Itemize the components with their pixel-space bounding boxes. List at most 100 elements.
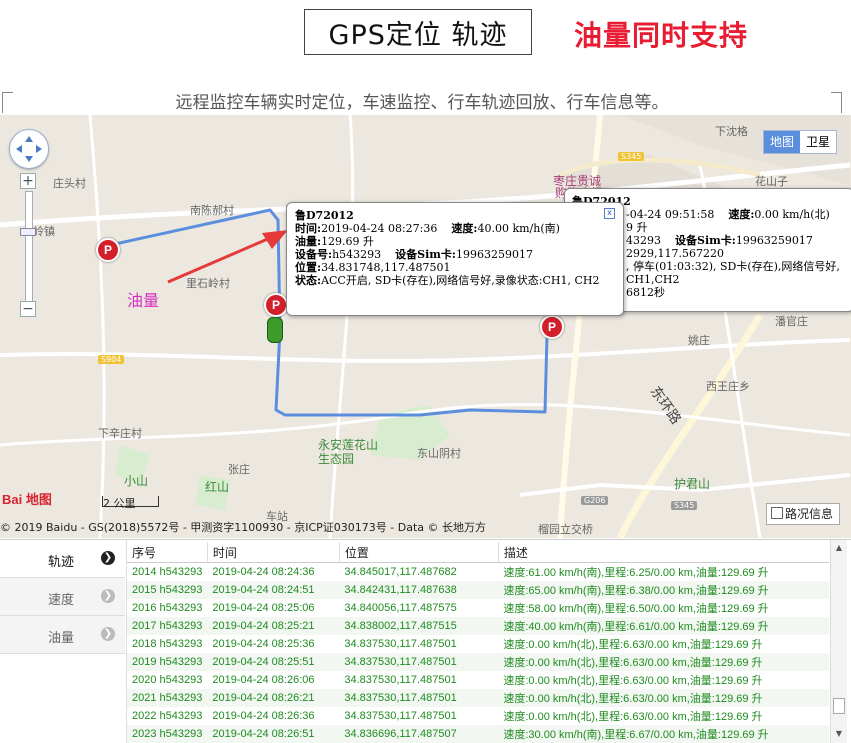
popup-back-speed: 0.00 km/h(北) [754,208,830,221]
table-cell: 2016 h543293 [132,602,203,614]
table-cell: 速度:61.00 km/h(南),里程:6.25/0.00 km,油量:129.… [503,567,769,579]
scale-label: 2 公里 [103,497,136,510]
popup-back-speed-label: 速度: [728,208,755,221]
close-icon[interactable]: x [604,208,615,219]
sidebar-item-track[interactable]: 轨迹 ❯ [0,540,125,578]
place-label: 小山 [124,474,149,488]
popup-speed-label: 速度: [451,222,478,235]
table-cell: 2015 h543293 [127,581,208,599]
road-badge: S904 [98,355,125,364]
table-row[interactable]: 2018 h543293 2019-04-24 08:25:36 34.837530… [127,635,829,653]
popup-sim-label: 设备Sim卡: [395,248,456,261]
road-badge: S345 [671,501,698,510]
column-header[interactable]: 描述 [498,542,829,563]
parking-marker[interactable]: P [96,238,120,262]
table-cell: 34.845017,117.487682 [344,566,457,578]
vehicle-icon[interactable] [267,317,283,343]
table-cell: 2023 h543293 [127,725,208,743]
place-label: 里石岭村 [186,277,230,290]
sidebar-item-fuel[interactable]: 油量 ❯ [0,616,125,654]
zoom-control: + − [20,173,36,323]
parking-marker[interactable]: P [264,293,288,317]
table-cell: 2019-04-24 08:26:36 [212,710,315,722]
traffic-icon [771,507,783,519]
fuel-annotation: 油量 [127,291,160,310]
table-row[interactable]: 2020 h543293 2019-04-24 08:26:06 34.837530… [127,671,829,689]
table-row[interactable]: 2019 h543293 2019-04-24 08:25:51 34.837530… [127,653,829,671]
popup-fuel-label: 油量: [295,235,322,248]
table-cell: 2019-04-24 08:26:51 [207,725,340,743]
sidebar-item-label: 轨迹 [48,555,75,570]
table-row[interactable]: 2021 h543293 2019-04-24 08:26:21 34.837530… [127,689,829,707]
parking-marker[interactable]: P [540,315,564,339]
traffic-button-label: 路况信息 [785,507,834,521]
table-row[interactable]: 2016 h543293 2019-04-24 08:25:06 34.840056… [127,599,829,617]
popup-back-device: 43293 [626,234,661,247]
zoom-slider[interactable] [25,191,33,303]
place-label: 张庄 [228,463,250,476]
place-label: 下辛庄村 [98,427,142,440]
popup-status-label: 状态: [295,274,322,287]
scrollbar-thumb[interactable] [833,698,845,714]
table-cell: 2019-04-24 08:26:06 [212,674,315,686]
place-label: 姚庄 [688,334,710,347]
track-panel: 轨迹 ❯ 速度 ❯ 油量 ❯ 序号 时间 位置 描述 2014 h543293 2… [0,539,851,743]
popup-back-time: -04-24 09:51:58 [626,208,715,221]
table-cell: 34.837530,117.487501 [344,710,457,722]
place-label: 护君山 [674,477,711,491]
traffic-button[interactable]: 路况信息 [766,503,841,525]
zoom-in-button[interactable]: + [20,173,36,189]
table-cell: 34.840056,117.487575 [344,602,457,614]
pan-control[interactable] [9,129,49,169]
popup-back-sim: 19963259017 [735,234,813,247]
scroll-up-icon[interactable]: ▲ [833,542,845,554]
road-badge: G206 [581,496,609,505]
table-cell: 2019 h543293 [127,653,208,671]
table-cell: 2017 h543293 [127,617,208,635]
popup-plate: 鲁D72012 [295,209,354,222]
table-row[interactable]: 2023 h543293 2019-04-24 08:26:51 34.836696… [127,725,829,743]
scroll-down-icon[interactable]: ▼ [833,728,845,740]
place-label: 榴园立交桥 [538,523,593,536]
baidu-logo: Bai 地图 [2,492,52,507]
table-cell: 2020 h543293 [132,674,203,686]
column-header[interactable]: 位置 [339,542,499,563]
table-cell: 速度:30.00 km/h(南),里程:6.67/0.00 km,油量:129.… [498,725,829,743]
popup-fuel: 129.69 升 [321,235,375,248]
table-cell: 速度:40.00 km/h(南),里程:6.61/0.00 km,油量:129.… [498,617,829,635]
chevron-right-icon: ❯ [101,551,115,565]
table-row[interactable]: 2014 h543293 2019-04-24 08:24:36 34.845017… [127,563,829,582]
chevron-right-icon: ❯ [101,627,115,641]
table-cell: 34.837530,117.487501 [339,653,499,671]
subtitle-text: 远程监控车辆实时定位，车速监控、行车轨迹回放、行车信息等。 [175,93,669,113]
table-cell: 34.837530,117.487501 [339,689,499,707]
table-cell: 速度:0.00 km/h(北),里程:6.63/0.00 km,油量:129.6… [498,689,829,707]
popup-speed: 40.00 km/h(南) [477,222,560,235]
popup-time: 2019-04-24 08:27:36 [321,222,438,235]
map-view[interactable]: P P P 油量 下沈格 庄头村 南陈郝村 枣庄贵诚 购物广场 花山子 西王庄乡… [0,115,851,538]
popup-back-sim-label: 设备Sim卡: [675,234,736,247]
table-cell: 速度:0.00 km/h(北),里程:6.63/0.00 km,油量:129.6… [503,675,763,687]
table-cell: 2019-04-24 08:24:51 [207,581,340,599]
column-header[interactable]: 时间 [207,542,340,563]
zoom-out-button[interactable]: − [20,301,36,317]
place-label: 潘官庄 [775,315,808,328]
table-cell: 2018 h543293 [132,638,203,650]
place-label: 南陈郝村 [190,204,234,217]
table-scrollbar[interactable]: ▲ ▼ [830,540,847,743]
column-header[interactable]: 序号 [127,542,208,563]
table-cell: 2019-04-24 08:24:36 [212,566,315,578]
sidebar-item-speed[interactable]: 速度 ❯ [0,578,125,616]
table-row[interactable]: 2017 h543293 2019-04-24 08:25:21 34.838002… [127,617,829,635]
table-row[interactable]: 2015 h543293 2019-04-24 08:24:51 34.842431… [127,581,829,599]
table-cell: 速度:0.00 km/h(北),里程:6.63/0.00 km,油量:129.6… [503,639,763,651]
zoom-slider-handle[interactable] [20,228,36,236]
place-label: 东山阴村 [417,447,461,460]
info-popup: x 鲁D72012 时间:2019-04-24 08:27:36 速度:40.0… [286,202,624,316]
sidebar: 轨迹 ❯ 速度 ❯ 油量 ❯ [0,540,127,743]
table-row[interactable]: 2022 h543293 2019-04-24 08:26:36 34.837530… [127,707,829,725]
page-title: GPS定位 轨迹 [304,9,532,55]
map-type-map-button[interactable]: 地图 [764,131,801,153]
table-cell: 34.838002,117.487515 [339,617,499,635]
map-type-satellite-button[interactable]: 卫星 [800,131,836,153]
